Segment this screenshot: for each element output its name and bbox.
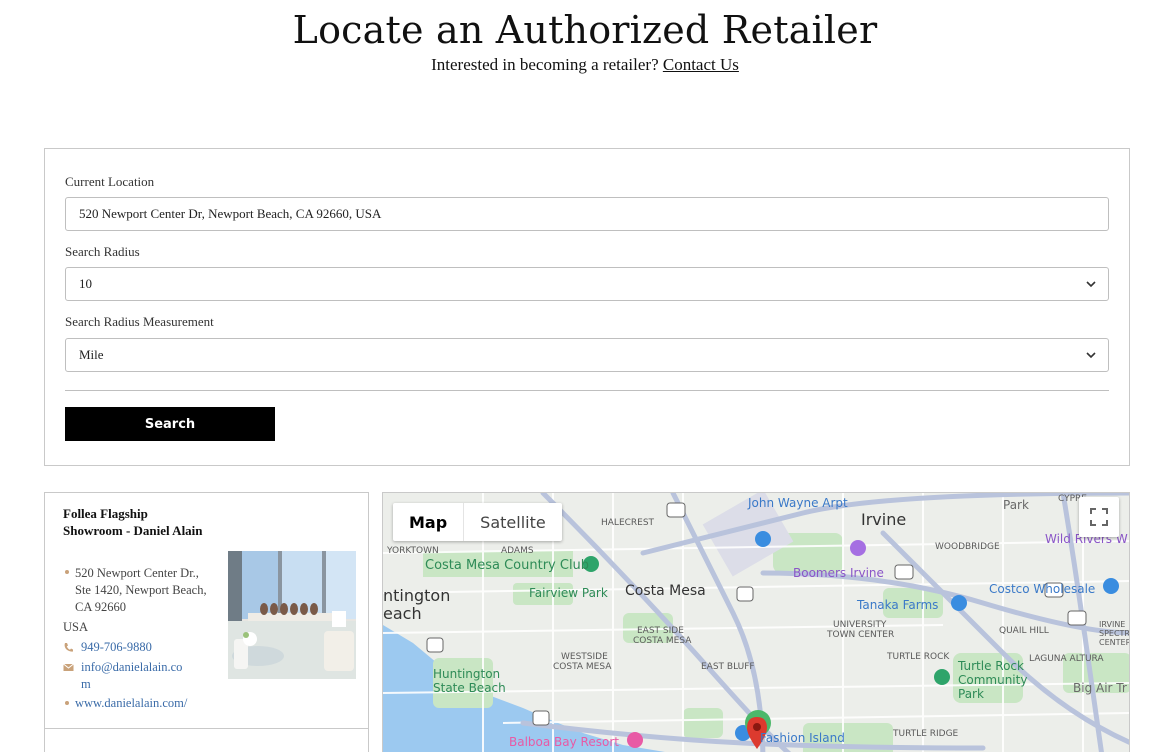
page-title: Locate an Authorized Retailer [292,8,878,52]
radius-measurement-value: Mile [79,347,104,362]
search-form: Current Location 520 Newport Center Dr, … [44,148,1130,466]
map-label-state-beach: State Beach [433,681,506,695]
map-label-costa-mesa-country-club: Costa Mesa Country Club [425,558,589,573]
map-label-huntington-state: Huntington [433,667,500,681]
search-radius-value: 10 [79,276,92,291]
envelope-icon [63,663,74,671]
map-label-westside: WESTSIDE [561,652,608,662]
map-label-beach: each [383,604,422,623]
map-view[interactable]: Irvine HALECREST John Wayne Arpt Park CY… [382,492,1130,752]
map-label-quail-hill: QUAIL HILL [999,626,1049,636]
retailer-result-card[interactable]: Follea Flagship Showroom - Daniel Alain … [44,492,369,752]
map-label-adams: ADAMS [501,546,534,556]
map-label-tanaka-farms: Tanaka Farms [856,598,938,612]
retailer-address-text: 520 Newport Center Dr., Ste 1420, Newpor… [75,566,207,614]
retailer-country-text: USA [63,620,89,634]
map-label-irvine-spectrum: IRVINE [1099,620,1125,629]
contact-us-link[interactable]: Contact Us [663,55,739,74]
map-label-john-wayne: John Wayne Arpt [747,496,848,510]
map-label-spectrum-center: CENTER [1099,638,1130,647]
map-label-fashion-island: Fashion Island [760,731,845,745]
current-location-input[interactable]: 520 Newport Center Dr, Newport Beach, CA… [65,197,1109,231]
retailer-email-link[interactable]: info@danielalain.co m [81,659,191,693]
map-label-irvine: Irvine [861,510,906,529]
search-radius-label: Search Radius [65,244,140,259]
chevron-down-icon [1086,281,1096,288]
map-label-boomers-irvine: Boomers Irvine [793,566,884,580]
map-label-halecrest: HALECREST [601,518,655,528]
map-label-turtle-rock-park: Turtle Rock [957,659,1024,673]
search-radius-select[interactable]: 10 [65,267,1109,301]
phone-icon [64,643,73,652]
map-label-yorktown: YORKTOWN [386,546,439,556]
search-button[interactable]: Search [65,407,275,441]
map-label-big-air: Big Air Tr [1073,681,1127,695]
retailer-email-line2: m [81,677,91,691]
globe-icon [65,701,69,705]
map-label-community: Community [958,673,1027,687]
map-label-turtle-ridge: TURTLE RIDGE [892,729,959,739]
radius-measurement-select[interactable]: Mile [65,338,1109,372]
retailer-website-link[interactable]: www.danielalain.com/ [75,695,235,712]
map-label-east-side: EAST SIDE [637,626,684,636]
retailer-email-line1: info@danielalain.co [81,660,183,674]
map-label-laguna-altura: LAGUNA ALTURA [1029,654,1104,664]
map-label-woodbridge: WOODBRIDGE [935,542,1000,552]
map-label-costa-mesa: Costa Mesa [625,583,706,599]
map-type-map-button[interactable]: Map [393,503,463,541]
map-label-east-bluff: EAST BLUFF [701,662,755,672]
map-label-westside-costa-mesa: COSTA MESA [553,662,612,672]
fullscreen-icon [1090,508,1108,526]
radius-measurement-label: Search Radius Measurement [65,314,214,329]
map-label-spectrum: SPECTRUM [1099,629,1130,638]
current-location-value: 520 Newport Center Dr, Newport Beach, CA… [79,206,382,221]
current-location-label: Current Location [65,174,155,189]
map-label-park: Park [1003,498,1029,512]
map-label-balboa-bay-resort: Balboa Bay Resort [509,735,619,749]
map-type-control: Map Satellite [393,503,562,541]
map-label-park-2: Park [958,687,984,701]
retailer-name[interactable]: Follea Flagship Showroom - Daniel Alain [63,505,203,539]
fullscreen-button[interactable] [1079,497,1119,537]
map-label-university-town-center: TOWN CENTER [826,630,894,640]
map-label-turtle-rock: TURTLE ROCK [886,652,950,662]
form-divider [65,390,1109,391]
chevron-down-icon [1086,352,1096,359]
map-label-university: UNIVERSITY [833,620,887,630]
map-label-huntington: ntington [383,586,450,605]
subtitle-text: Interested in becoming a retailer? [431,55,659,74]
card-divider [45,728,368,729]
page-subtitle: Interested in becoming a retailer? Conta… [0,55,1170,75]
map-label-east-side-costa-mesa: COSTA MESA [633,636,692,646]
map-pin-icon [65,570,69,574]
map-label-costco: Costco Wholesale [989,582,1095,596]
map-type-satellite-button[interactable]: Satellite [463,503,562,541]
showroom-photo [228,551,356,679]
map-label-fairview-park: Fairview Park [529,586,608,600]
retailer-phone-link[interactable]: 949-706-9880 [81,639,216,656]
